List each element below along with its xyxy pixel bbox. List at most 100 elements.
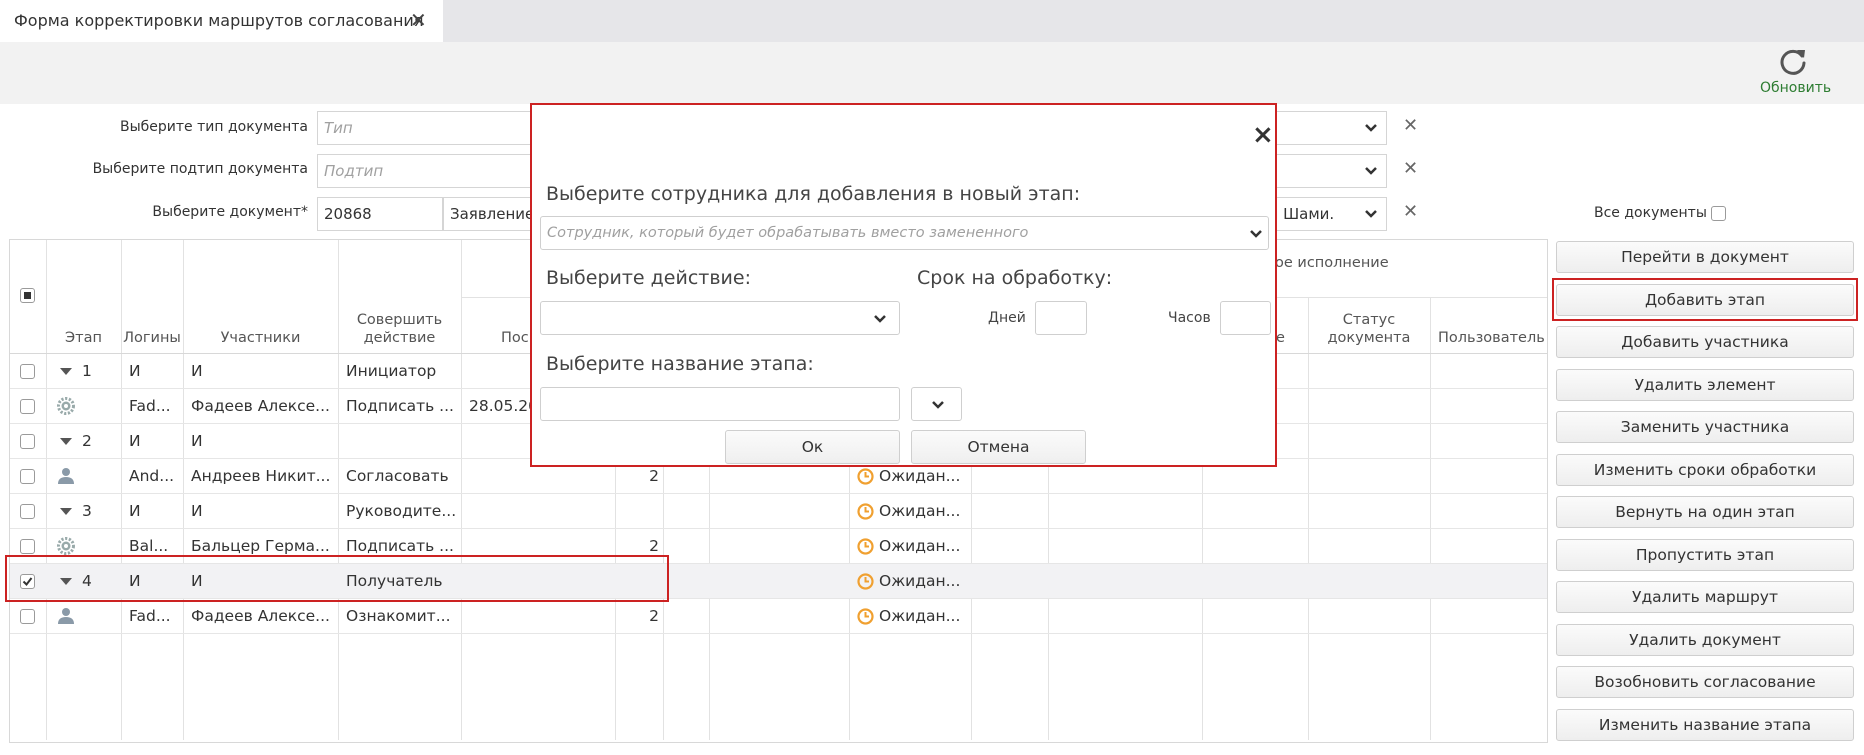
participant-cell: И (191, 502, 203, 520)
employee-placeholder: Сотрудник, который будет обрабатывать вм… (547, 225, 1029, 241)
side-button-5[interactable]: Заменить участника (1556, 411, 1854, 443)
side-button-6[interactable]: Изменить сроки обработки (1556, 453, 1854, 486)
login-cell: Bal... (129, 537, 169, 555)
close-icon[interactable]: × (1252, 120, 1274, 150)
tab-active[interactable]: Форма корректировки маршрутов согласован… (0, 0, 443, 42)
expand-caret-icon[interactable] (60, 438, 72, 446)
clear-doc-subtype-icon[interactable]: ✕ (1403, 158, 1418, 179)
row-checkbox[interactable] (20, 504, 35, 519)
document-label: Выберите документ* (152, 204, 308, 220)
side-button-8[interactable]: Пропустить этап (1556, 538, 1854, 571)
login-cell: И (129, 502, 141, 520)
chevron-down-icon[interactable] (1249, 227, 1263, 241)
expand-caret-icon[interactable] (60, 508, 72, 516)
action-cell: Руководите... (346, 502, 457, 520)
days-input[interactable] (1035, 301, 1087, 335)
header-user[interactable]: Пользователь (1438, 330, 1547, 347)
header-participants[interactable]: Участники (183, 330, 338, 347)
row-checkbox[interactable] (20, 399, 35, 414)
header-action-line2[interactable]: действие (338, 330, 461, 347)
count-cell: 2 (649, 467, 659, 485)
clear-document-icon[interactable]: ✕ (1403, 201, 1418, 222)
stage-name-select[interactable] (911, 387, 962, 421)
login-cell: And... (129, 467, 175, 485)
header-stage[interactable]: Этап (46, 330, 121, 347)
status-cell: Ожидан... (879, 572, 961, 590)
action-cell: Подписать ... (346, 537, 454, 555)
table-row[interactable]: 3 И И Руководите... Ожидан... (10, 494, 1547, 529)
stage-number: 2 (82, 432, 92, 450)
all-docs-checkbox[interactable] (1711, 206, 1726, 221)
side-button-9[interactable]: Удалить маршрут (1556, 581, 1854, 613)
toolbar (0, 42, 1864, 104)
row-checkbox[interactable] (20, 539, 35, 554)
count-cell: 2 (649, 607, 659, 625)
side-button-7[interactable]: Вернуть на один этап (1556, 496, 1854, 528)
login-cell: Fad... (129, 397, 171, 415)
gear-icon (57, 397, 75, 415)
chevron-down-icon[interactable] (1364, 207, 1378, 221)
side-button-12[interactable]: Изменить название этапа (1556, 708, 1854, 741)
stage-name-input[interactable] (540, 387, 900, 421)
participant-cell: Андреев Никит... (191, 467, 331, 485)
row-checkbox[interactable] (20, 469, 35, 484)
side-button-10[interactable]: Удалить документ (1556, 623, 1854, 656)
stage-number: 1 (82, 362, 92, 380)
clock-icon (857, 503, 874, 520)
close-icon[interactable]: ✕ (410, 8, 427, 32)
cancel-button[interactable]: Отмена (911, 430, 1086, 464)
side-button-3[interactable]: Добавить участника (1556, 326, 1854, 358)
header-login[interactable]: Логины (121, 330, 183, 347)
row-checkbox[interactable] (20, 609, 35, 624)
select-all-checkbox[interactable] (20, 288, 35, 303)
status-cell: Ожидан... (879, 607, 961, 625)
action-select[interactable] (540, 301, 900, 335)
action-cell: Подписать ... (346, 397, 454, 415)
row-checkbox[interactable] (20, 364, 35, 379)
status-cell: Ожидан... (879, 537, 961, 555)
action-label: Выберите действие: (546, 267, 751, 289)
header-status-line2[interactable]: документа (1308, 330, 1430, 347)
clock-icon (857, 573, 874, 590)
doc-subtype-label: Выберите подтип документа (92, 161, 308, 177)
row-checkbox[interactable] (20, 434, 35, 449)
ok-button[interactable]: Ок (725, 430, 900, 464)
all-docs-label: Все документы (1594, 205, 1707, 221)
add-stage-dialog: × Выберите сотрудника для добавления в н… (530, 103, 1277, 467)
refresh-icon[interactable] (1778, 46, 1808, 76)
hours-input[interactable] (1220, 301, 1271, 335)
table-row[interactable]: Fad... Фадеев Алексе... Ознакомит... 2 Ожида… (10, 599, 1547, 634)
login-cell: И (129, 362, 141, 380)
add-stage-highlight-frame (1552, 278, 1858, 321)
count-cell: 2 (649, 537, 659, 555)
employee-select[interactable]: Сотрудник, который будет обрабатывать вм… (540, 216, 1269, 250)
header-exec-sub[interactable]: е (1276, 330, 1296, 347)
header-status-line1[interactable]: Статус (1308, 312, 1430, 329)
header-exec-group: ое исполнение (1275, 255, 1389, 271)
expand-caret-icon[interactable] (60, 368, 72, 376)
participant-cell: И (191, 432, 203, 450)
clear-doc-type-icon[interactable]: ✕ (1403, 115, 1418, 136)
login-cell: Fad... (129, 607, 171, 625)
chevron-down-icon[interactable] (1364, 121, 1378, 135)
document-number-input[interactable]: 20868 (317, 197, 443, 231)
participant-cell: Бальцер Герма... (191, 537, 330, 555)
row-highlight-frame (5, 555, 669, 602)
refresh-button-label[interactable]: Обновить (1760, 80, 1831, 96)
side-button-1[interactable]: Перейти в документ (1556, 241, 1854, 273)
side-button-11[interactable]: Возобновить согласование (1556, 666, 1854, 698)
action-cell: Согласовать (346, 467, 449, 485)
action-cell: Ознакомит... (346, 607, 451, 625)
participant-cell: Фадеев Алексе... (191, 607, 330, 625)
stage-number: 3 (82, 502, 92, 520)
chevron-down-icon[interactable] (1364, 164, 1378, 178)
chevron-down-icon[interactable] (873, 312, 887, 326)
header-action-line1[interactable]: Совершить (338, 312, 461, 329)
side-button-4[interactable]: Удалить элемент (1556, 368, 1854, 401)
status-cell: Ожидан... (879, 467, 961, 485)
chevron-down-icon[interactable] (931, 398, 945, 412)
tab-title: Форма корректировки маршрутов согласован… (14, 11, 424, 30)
user-icon (58, 468, 74, 484)
deadline-label: Срок на обработку: (917, 267, 1113, 289)
hours-label: Часов (1168, 310, 1211, 326)
